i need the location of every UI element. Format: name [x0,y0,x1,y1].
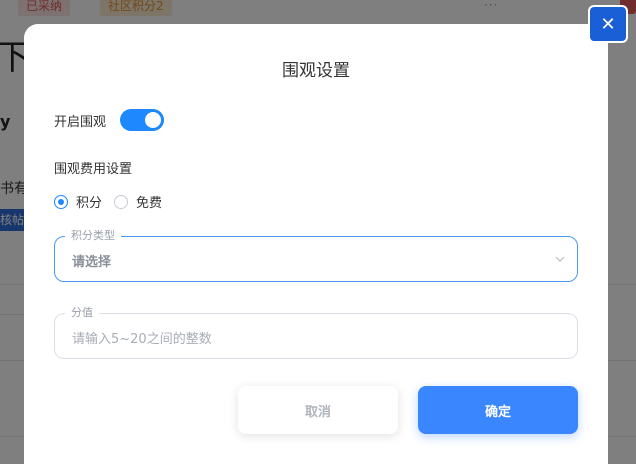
fee-options: 积分 免费 [54,192,174,211]
fee-option-points[interactable]: 积分 [54,192,102,211]
watch-settings-dialog: 围观设置 开启围观 围观费用设置 积分 免费 积分类型 请选择 分值 请输入5~… [24,24,608,464]
radio-checked-icon[interactable] [54,194,68,209]
fee-option-free[interactable]: 免费 [114,192,162,211]
fee-settings-label: 围观费用设置 [54,162,133,177]
confirm-button[interactable]: 确定 [418,386,578,434]
points-type-legend: 积分类型 [65,229,121,243]
points-type-value: 请选择 [72,255,112,270]
fee-option-label: 积分 [76,196,103,211]
enable-watch-toggle[interactable] [120,109,165,131]
toggle-knob [145,112,162,128]
fee-option-label: 免费 [136,196,163,211]
points-type-select[interactable]: 积分类型 请选择 [54,229,578,282]
radio-unchecked-icon[interactable] [114,194,129,209]
score-legend: 分值 [65,306,99,320]
score-input[interactable]: 分值 请输入5~20之间的整数 [54,306,578,359]
enable-watch-label: 开启围观 [54,114,107,130]
close-button[interactable]: ✕ [588,5,628,43]
chevron-down-icon [555,256,565,262]
dialog-title: 围观设置 [282,61,350,81]
close-icon: ✕ [600,13,616,35]
enable-watch-row: 开启围观 [54,109,165,131]
cancel-button[interactable]: 取消 [238,386,398,434]
score-placeholder: 请输入5~20之间的整数 [72,332,212,347]
